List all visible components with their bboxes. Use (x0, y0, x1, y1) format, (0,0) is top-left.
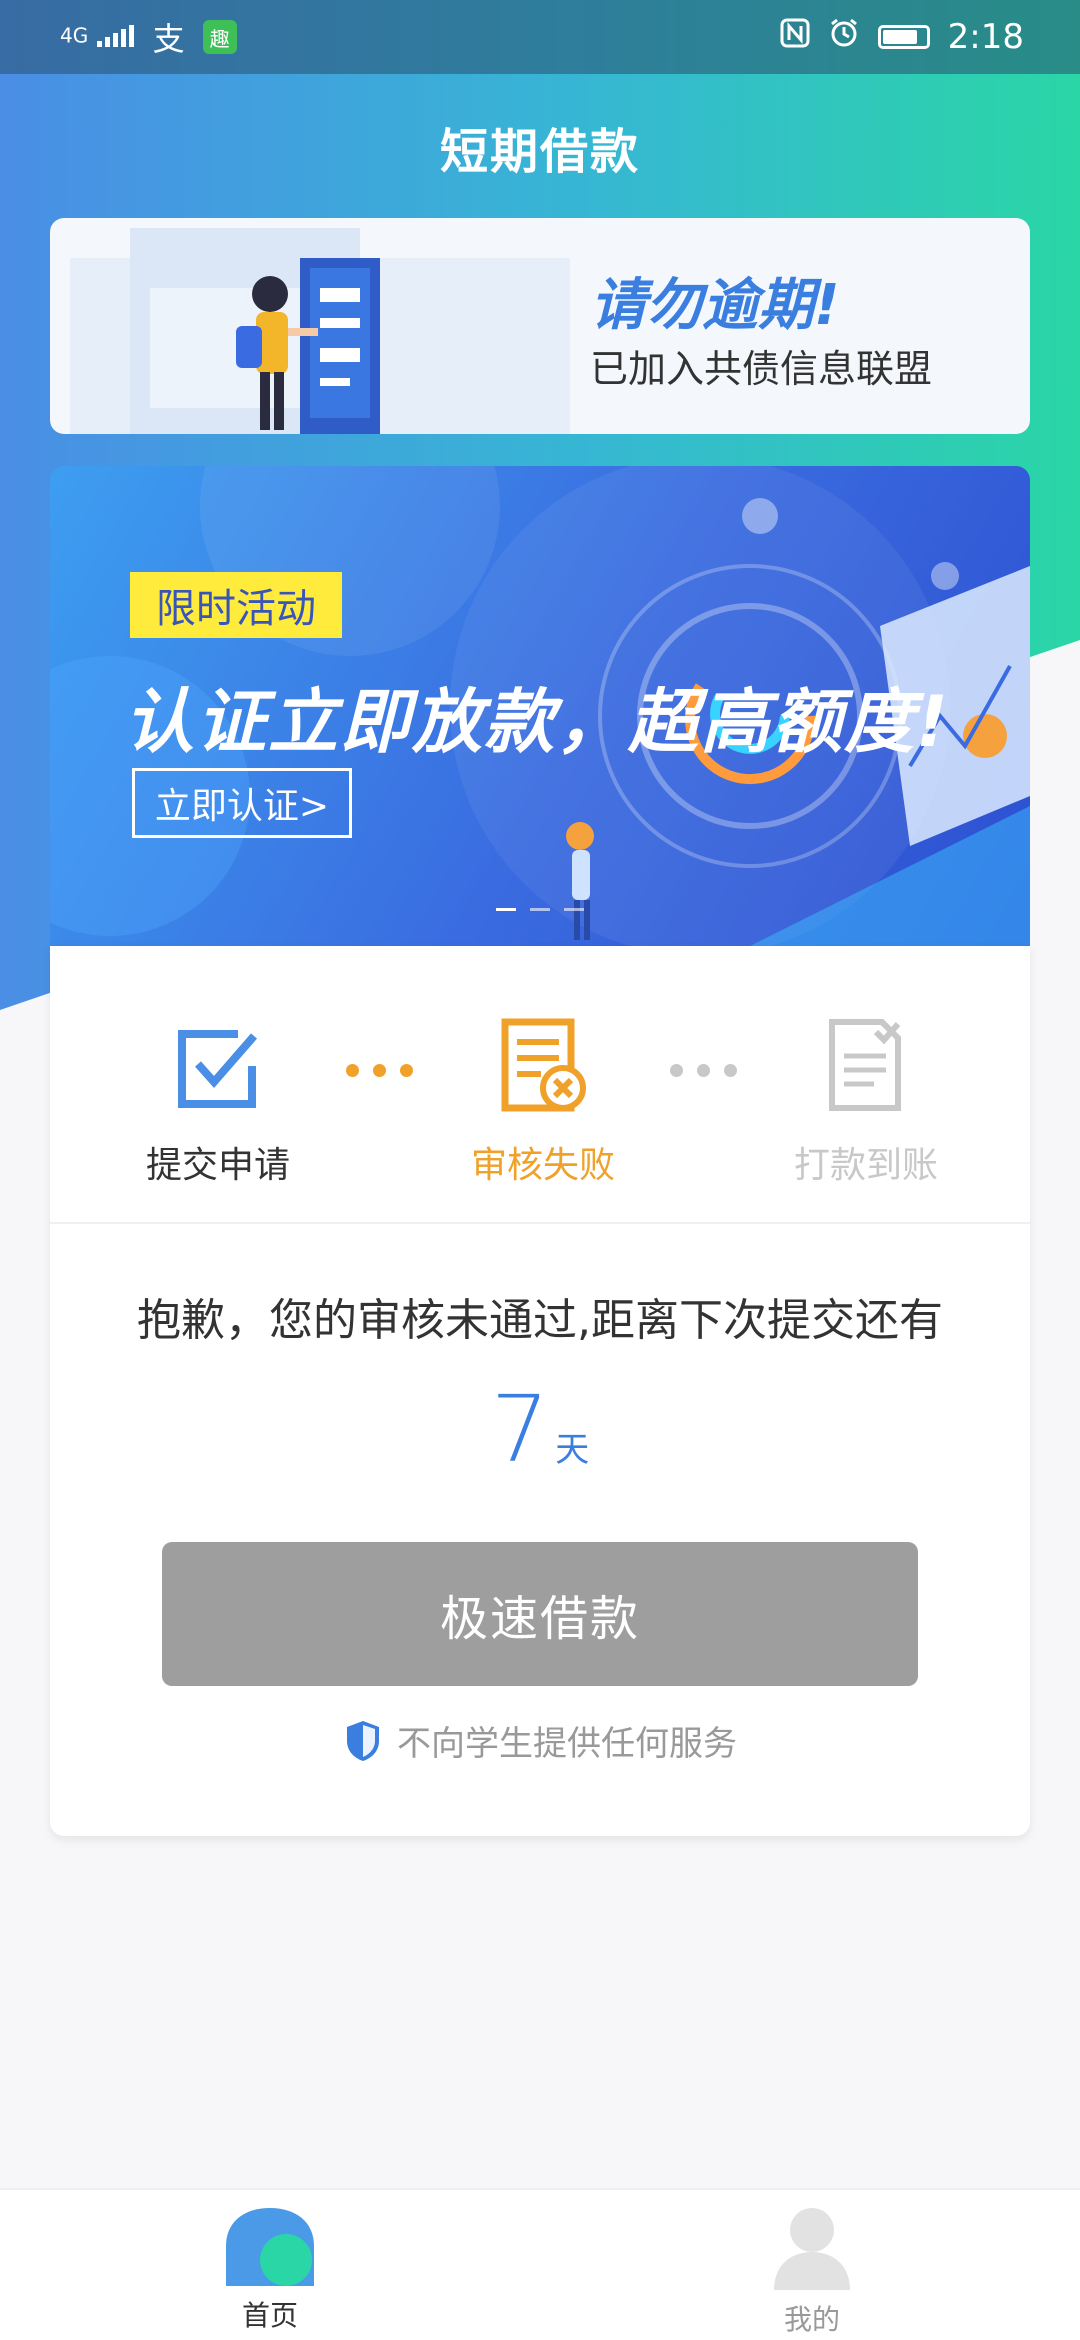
checkbox-icon (178, 1030, 258, 1108)
verify-now-button[interactable]: 立即认证> (132, 768, 352, 838)
status-right: 2:18 (780, 17, 1024, 57)
notice-headline: 请勿逾期! (590, 273, 840, 338)
progress-steps: 提交申请 审核失败 打款到账 (50, 946, 1030, 1224)
student-notice-text: 不向学生提供任何服务 (397, 1724, 737, 1764)
carousel-dot[interactable] (564, 908, 584, 911)
status-left: 4G 支 趣 (60, 14, 237, 60)
review-message: 抱歉，您的审核未通过,距离下次提交还有 (137, 1295, 943, 1346)
carousel-indicator (496, 908, 584, 911)
promo-banner[interactable]: 限时活动 认证立即放款，超高额度! 立即认证> (50, 466, 1030, 946)
battery-icon (877, 25, 930, 49)
page-title: 短期借款 (439, 124, 640, 180)
loan-status-card: 提交申请 审核失败 打款到账 抱歉，您的审核未通过,距离下次提交还有 7 天 极… (50, 946, 1030, 1836)
days-value: 7 (490, 1376, 550, 1483)
student-notice: 不向学生提供任何服务 (50, 1716, 1030, 1765)
alarm-icon (828, 17, 860, 57)
carousel-dot[interactable] (496, 908, 516, 911)
tab-profile[interactable]: 我的 (712, 2206, 912, 2338)
quick-loan-button[interactable]: 极速借款 (162, 1542, 918, 1686)
nfc-icon (780, 18, 810, 56)
step-label: 提交申请 (145, 1145, 290, 1186)
profile-icon (774, 2208, 850, 2290)
signal-icon: 4G (60, 25, 135, 49)
status-bar: 4G 支 趣 2:18 (0, 0, 1080, 74)
days-remaining: 7天 (50, 1376, 1030, 1483)
app-screen: 4G 支 趣 2:18 短期借款 请勿逾期! 已加入共债信息联盟 限时活动 认证… (0, 0, 1080, 2340)
step-label: 审核失败 (470, 1145, 615, 1186)
home-icon (226, 2208, 314, 2286)
days-unit: 天 (555, 1430, 590, 1470)
tab-home[interactable]: 首页 (170, 2206, 370, 2334)
network-type: 4G (60, 23, 89, 48)
promo-title: 认证立即放款，超高额度! (124, 681, 950, 763)
step-review: 审核失败 (433, 1016, 653, 1188)
clock-time: 2:18 (947, 17, 1024, 57)
promo-tag: 限时活动 (130, 572, 342, 638)
atm-illustration-icon (70, 228, 570, 434)
step-connector (346, 1064, 413, 1077)
overdue-notice-banner[interactable]: 请勿逾期! 已加入共债信息联盟 (50, 218, 1030, 434)
step-submit: 提交申请 (108, 1016, 328, 1188)
step-payout: 打款到账 (756, 1016, 976, 1188)
carousel-dot[interactable] (530, 908, 550, 911)
app-icon: 趣 (202, 20, 237, 54)
alipay-icon: 支 (152, 20, 185, 58)
step-label: 打款到账 (793, 1145, 938, 1186)
bottom-tab-bar: 首页 我的 (0, 2188, 1080, 2340)
tab-label: 我的 (783, 2303, 840, 2336)
step-connector (670, 1064, 737, 1077)
notice-subtext: 已加入共债信息联盟 (590, 347, 933, 391)
document-check-icon (829, 1019, 901, 1111)
tab-label: 首页 (241, 2299, 298, 2332)
shield-icon (347, 1720, 379, 1761)
document-reject-icon (501, 1018, 586, 1112)
